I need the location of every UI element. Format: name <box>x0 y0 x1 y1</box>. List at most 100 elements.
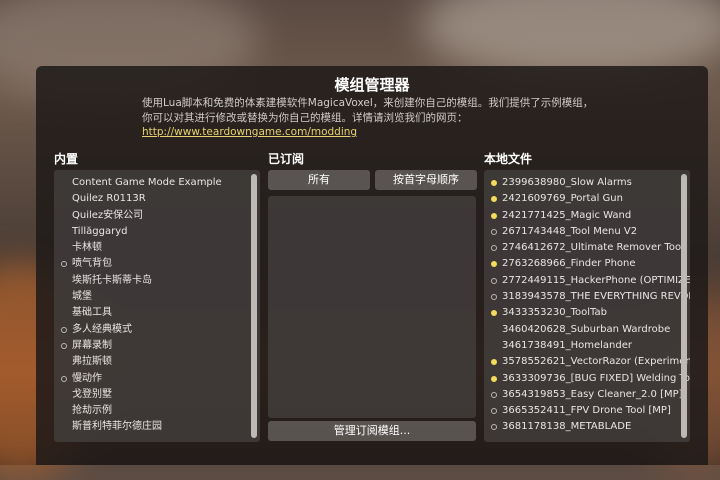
disabled-dot-icon <box>491 391 497 398</box>
builtin-list-item[interactable]: 屏幕录制 <box>54 338 260 354</box>
builtin-item-label: 戈登别墅 <box>72 388 112 400</box>
disabled-dot-icon <box>491 294 497 301</box>
local-item-label: 3433353230_ToolTab <box>502 307 607 319</box>
builtin-list-item[interactable]: Content Game Mode Example <box>54 175 260 191</box>
local-item-label: 2421771425_Magic Wand <box>502 209 632 221</box>
enabled-dot-icon <box>491 196 497 203</box>
subscribed-mod-list[interactable] <box>268 196 476 418</box>
local-list-item[interactable]: 2772449115_HackerPhone (OPTIMIZE <box>484 273 690 289</box>
builtin-list-item[interactable]: Tillăggaryd <box>54 224 260 240</box>
builtin-list-item[interactable]: Quilez R0113R <box>54 191 260 207</box>
disabled-dot-icon <box>61 375 67 382</box>
local-list-item[interactable]: 3578552621_VectorRazor (Experimen <box>484 354 690 370</box>
local-list-item[interactable]: 3461738491_Homelander <box>484 338 690 354</box>
filter-all-button[interactable]: 所有 <box>268 170 370 190</box>
disabled-dot-icon <box>491 245 497 252</box>
builtin-list-item[interactable]: 城堡 <box>54 289 260 305</box>
local-list-item[interactable]: 3633309736_[BUG FIXED] Welding Too <box>484 371 690 387</box>
local-item-label: 3665352411_FPV Drone Tool [MP] <box>502 405 671 417</box>
description-line-1: 使用Lua脚本和免费的体素建模软件MagicaVoxel，来创建你自己的模组。我… <box>142 97 594 109</box>
builtin-mod-list[interactable]: Content Game Mode Example Quilez R0113R Qu… <box>54 170 260 442</box>
local-item-label: 3578552621_VectorRazor (Experimen <box>502 356 690 368</box>
builtin-list-item[interactable]: 喷气背包 <box>54 256 260 272</box>
builtin-list-item[interactable]: 多人经典模式 <box>54 322 260 338</box>
local-item-label: 2399638980_Slow Alarms <box>502 177 632 188</box>
builtin-list-item[interactable]: 埃斯托卡斯蒂卡岛 <box>54 273 260 289</box>
description-line-2: 你可以对其进行修改或替换为你自己的模组。详情请浏览我们的网页： <box>142 112 468 124</box>
local-item-label: 2421609769_Portal Gun <box>502 193 623 205</box>
builtin-item-label: Content Game Mode Example <box>72 177 222 188</box>
builtin-list-item[interactable]: 慢动作 <box>54 371 260 387</box>
modding-website-link[interactable]: http://www.teardowngame.com/modding <box>142 126 357 138</box>
local-files-header: 本地文件 <box>484 152 533 166</box>
local-list-item[interactable]: 2421609769_Portal Gun <box>484 191 690 207</box>
local-list-item[interactable]: 3460420628_Suburban Wardrobe <box>484 322 690 338</box>
local-list-item[interactable]: 3665352411_FPV Drone Tool [MP] <box>484 403 690 419</box>
builtin-item-label: 喷气背包 <box>72 258 112 270</box>
enabled-dot-icon <box>491 180 497 186</box>
builtin-item-label: Quilez R0113R <box>72 193 146 205</box>
builtin-list-item[interactable]: 卡林顿 <box>54 240 260 256</box>
dialog-title: 模组管理器 <box>334 76 410 94</box>
builtin-scrollbar[interactable] <box>251 174 257 438</box>
enabled-dot-icon <box>491 310 497 317</box>
builtin-list-item[interactable]: 基础工具 <box>54 305 260 321</box>
builtin-list-item[interactable]: 抢劫示例 <box>54 403 260 419</box>
builtin-item-label: 斯普利特菲尔德庄园 <box>72 421 162 433</box>
local-scroll-thumb[interactable] <box>681 174 687 438</box>
sort-alphabetical-button[interactable]: 按首字母顺序 <box>375 170 477 190</box>
builtin-item-label: Tillăggaryd <box>72 225 128 237</box>
builtin-list-item[interactable]: 弗拉斯顿 <box>54 354 260 370</box>
local-scrollbar[interactable] <box>681 174 687 438</box>
disabled-dot-icon <box>491 408 497 415</box>
enabled-dot-icon <box>491 212 497 219</box>
disabled-dot-icon <box>61 342 67 349</box>
local-list-item[interactable]: 3681178138_METABLADE <box>484 419 690 435</box>
local-item-label: 3654319853_Easy Cleaner_2.0 [MP] <box>502 388 683 400</box>
builtin-item-label: 埃斯托卡斯蒂卡岛 <box>72 274 152 286</box>
local-mod-list[interactable]: 2399638980_Slow Alarms 2421609769_Portal … <box>484 170 690 442</box>
builtin-list-item[interactable]: 斯普利特菲尔德庄园 <box>54 419 260 435</box>
local-item-label: 2746412672_Ultimate Remover Tool <box>502 242 684 254</box>
local-list-item[interactable]: 2746412672_Ultimate Remover Tool <box>484 240 690 256</box>
local-item-label: 2763268966_Finder Phone <box>502 258 636 270</box>
enabled-dot-icon <box>491 261 497 268</box>
builtin-item-label: 城堡 <box>72 291 92 303</box>
subscribed-header: 已订阅 <box>268 152 305 166</box>
local-list-item[interactable]: 2671743448_Tool Menu V2 <box>484 224 690 240</box>
builtin-item-label: 卡林顿 <box>72 242 102 254</box>
disabled-dot-icon <box>61 326 67 333</box>
builtin-item-label: 慢动作 <box>72 372 102 384</box>
builtin-item-label: 基础工具 <box>72 307 112 319</box>
builtin-header: 内置 <box>54 152 79 166</box>
dialog-description: 使用Lua脚本和免费的体素建模软件MagicaVoxel，来创建你自己的模组。我… <box>142 96 662 126</box>
builtin-item-label: 抢劫示例 <box>72 405 112 417</box>
local-list-item[interactable]: 3433353230_ToolTab <box>484 305 690 321</box>
enabled-dot-icon <box>491 375 497 382</box>
local-list-item[interactable]: 2763268966_Finder Phone <box>484 256 690 272</box>
builtin-list-item[interactable]: 戈登别墅 <box>54 387 260 403</box>
builtin-scroll-thumb[interactable] <box>251 174 257 438</box>
builtin-item-label: 弗拉斯顿 <box>72 356 112 368</box>
local-list-item[interactable]: 3183943578_THE EVERYTHING REVOL <box>484 289 690 305</box>
local-item-label: 2772449115_HackerPhone (OPTIMIZE <box>502 274 690 286</box>
builtin-list-item[interactable]: Quilez安保公司 <box>54 208 260 224</box>
local-item-label: 2671743448_Tool Menu V2 <box>502 225 638 237</box>
builtin-item-label: 屏幕录制 <box>72 339 112 351</box>
disabled-dot-icon <box>491 228 497 235</box>
builtin-item-label: 多人经典模式 <box>72 323 132 335</box>
enabled-dot-icon <box>491 359 497 366</box>
disabled-dot-icon <box>491 424 497 431</box>
local-item-label: 3183943578_THE EVERYTHING REVOL <box>502 291 690 303</box>
manage-subscribed-button[interactable]: 管理订阅模组... <box>268 421 476 441</box>
local-item-label: 3681178138_METABLADE <box>502 421 632 433</box>
local-item-label: 3461738491_Homelander <box>502 339 633 351</box>
mod-manager-dialog: 模组管理器 使用Lua脚本和免费的体素建模软件MagicaVoxel，来创建你自… <box>36 66 708 465</box>
local-list-item[interactable]: 3654319853_Easy Cleaner_2.0 [MP] <box>484 387 690 403</box>
local-list-item[interactable]: 2421771425_Magic Wand <box>484 208 690 224</box>
local-item-label: 3633309736_[BUG FIXED] Welding Too <box>502 372 690 384</box>
local-item-label: 3460420628_Suburban Wardrobe <box>502 323 671 335</box>
builtin-item-label: Quilez安保公司 <box>72 209 144 221</box>
disabled-dot-icon <box>491 277 497 284</box>
local-list-item[interactable]: 2399638980_Slow Alarms <box>484 175 690 191</box>
